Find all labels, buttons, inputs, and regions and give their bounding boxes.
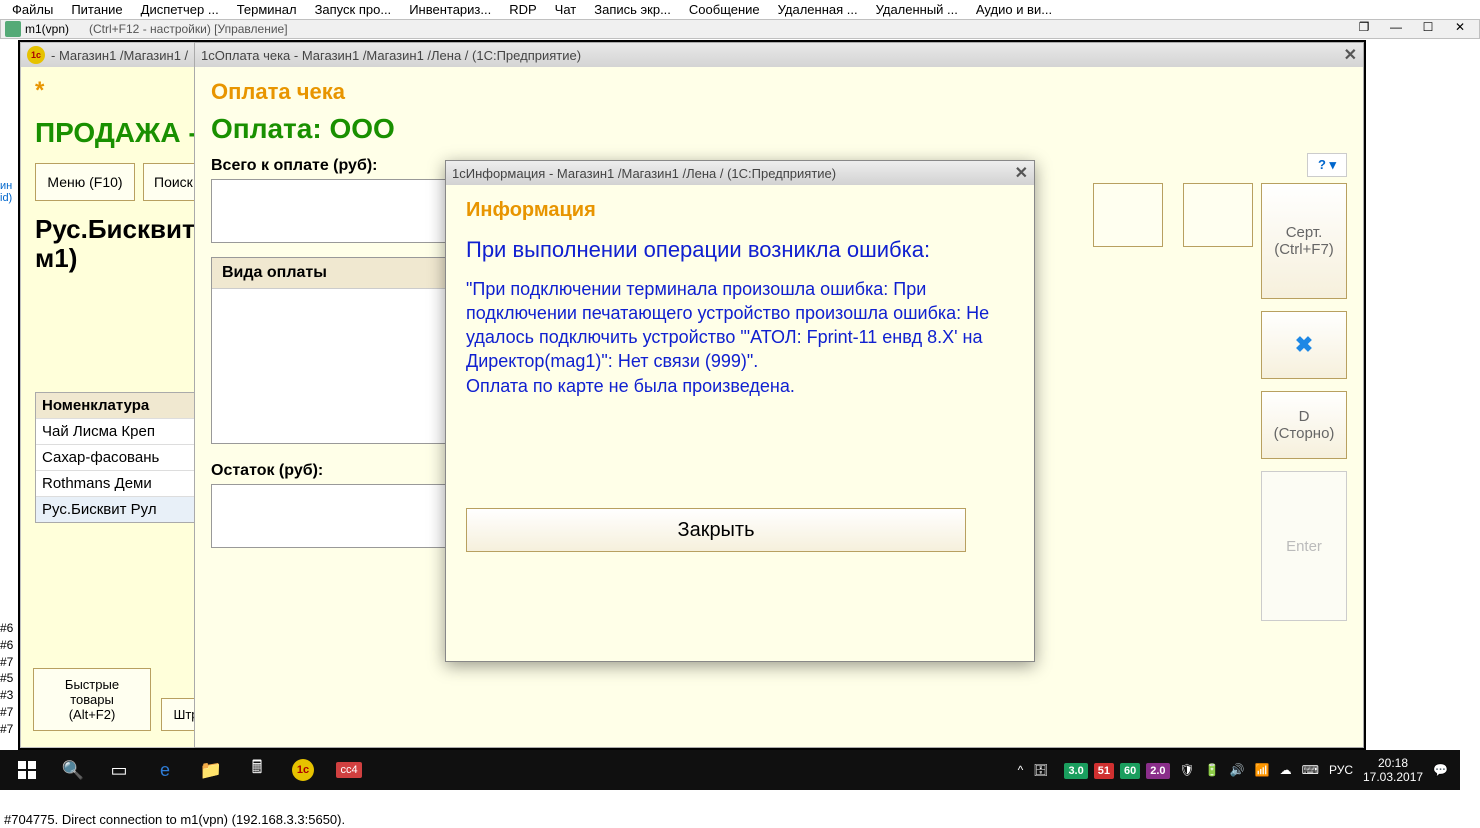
wifi-icon[interactable]: 📶	[1255, 763, 1270, 777]
tray-badge[interactable]: 2.0	[1146, 763, 1169, 779]
vpn-title-bar: m1(vpn) (Ctrl+F12 - настройки) [Управлен…	[0, 19, 1480, 39]
tray-badge[interactable]: 3.0	[1064, 763, 1087, 779]
onec-icon: 1c	[201, 48, 215, 63]
pay-to: Оплата: ООО	[211, 113, 1347, 145]
quick-goods-button[interactable]: Быстрые товары (Alt+F2)	[33, 668, 151, 731]
onec-icon: 1c	[27, 46, 45, 64]
system-menu-item[interactable]: Файлы	[12, 2, 53, 17]
vpn-hint: (Ctrl+F12 - настройки) [Управление]	[89, 22, 288, 36]
search-icon[interactable]: 🔍	[50, 752, 96, 788]
onec-taskbar-icon[interactable]: 1c	[280, 752, 326, 788]
battery-icon[interactable]: 🔋	[1205, 763, 1220, 777]
nomenclature-header: Номенклатура	[36, 393, 198, 418]
error-heading: При выполнении операции возникла ошибка:	[466, 236, 1014, 265]
storno-button[interactable]: D (Сторно)	[1261, 391, 1347, 459]
edge-truncated-text: ин id)	[0, 180, 12, 204]
notifications-icon[interactable]: 💬	[1433, 763, 1448, 777]
empty-button-2[interactable]	[1183, 183, 1253, 247]
system-menu-item[interactable]: Запись экр...	[594, 2, 671, 17]
payment-header: Оплата чека	[211, 79, 1347, 105]
system-menu-item[interactable]: Удаленный ...	[876, 2, 958, 17]
info-header: Информация	[466, 199, 1014, 222]
cloud-icon[interactable]: ☁	[1280, 763, 1292, 777]
close-button[interactable]: ✕	[1445, 20, 1475, 38]
system-menu-item[interactable]: Сообщение	[689, 2, 760, 17]
volume-icon[interactable]: 🔊	[1230, 763, 1245, 777]
tray-chevron-icon[interactable]: ^	[1018, 763, 1024, 777]
system-menu-bar: Файлы Питание Диспетчер ... Терминал Запуск …	[0, 0, 1480, 19]
cert-button[interactable]: Серт. (Ctrl+F7)	[1261, 183, 1347, 299]
info-window-title: Информация - Магазин1 /Магазин1 /Лена / …	[466, 166, 836, 181]
tray-badge[interactable]: 51	[1094, 763, 1114, 779]
table-row[interactable]: Рус.Бисквит Рул	[36, 496, 198, 522]
vpn-title: m1(vpn)	[25, 22, 69, 36]
database-icon[interactable]: 🗄	[1033, 763, 1048, 777]
task-view-icon[interactable]: ▭	[96, 752, 142, 788]
windows-taskbar[interactable]: 🔍 ▭ e 📁 🖩 1c cc4 ^ 🗄 3.0 51 60 2.0 🛡 🔋 🔊 📶 …	[0, 750, 1460, 790]
sale-window-title: - Магазин1 /Магазин1 /	[51, 48, 188, 63]
cc4-icon[interactable]: cc4	[326, 752, 372, 788]
system-menu-item[interactable]: Аудио и ви...	[976, 2, 1052, 17]
info-title-bar: 1c Информация - Магазин1 /Магазин1 /Лена…	[446, 161, 1034, 185]
system-menu-item[interactable]: Чат	[555, 2, 577, 17]
system-tray[interactable]: ^ 🗄 3.0 51 60 2.0 🛡 🔋 🔊 📶 ☁ ⌨ РУС 20:18 17.…	[1018, 756, 1456, 785]
enter-button[interactable]: Enter	[1261, 471, 1347, 621]
payment-title-bar: 1c Оплата чека - Магазин1 /Магазин1 /Лен…	[195, 43, 1363, 67]
error-body: "При подключении терминала произошла оши…	[466, 277, 1014, 398]
tray-badge[interactable]: 60	[1120, 763, 1140, 779]
explorer-icon[interactable]: 📁	[188, 752, 234, 788]
cancel-button[interactable]: ✖	[1261, 311, 1347, 379]
start-button[interactable]	[4, 752, 50, 788]
maximize-button[interactable]: ☐	[1413, 20, 1443, 38]
system-menu-item[interactable]: Диспетчер ...	[141, 2, 219, 17]
restore-icon[interactable]: ❐	[1349, 20, 1379, 38]
side-buttons: Серт. (Ctrl+F7) ✖ D (Сторно) Enter	[1261, 183, 1347, 621]
system-menu-item[interactable]: Запуск про...	[315, 2, 392, 17]
empty-button-1[interactable]	[1093, 183, 1163, 247]
close-button[interactable]: Закрыть	[466, 508, 966, 552]
clock[interactable]: 20:18 17.03.2017	[1363, 756, 1423, 785]
keyboard-icon[interactable]: ⌨	[1302, 763, 1319, 777]
nomenclature-table[interactable]: Номенклатура Чай Лисма КрепСахар-фасован…	[35, 392, 199, 523]
vpn-icon	[5, 21, 21, 37]
minimize-button[interactable]: —	[1381, 20, 1411, 38]
table-row[interactable]: Rothmans Деми	[36, 470, 198, 496]
menu-button[interactable]: Меню (F10)	[35, 163, 135, 201]
onec-icon: 1c	[452, 166, 466, 181]
system-menu-item[interactable]: RDP	[509, 2, 536, 17]
log-fragment: #6 #6 #7 #5 #3 #7 #7	[0, 620, 13, 738]
calculator-icon[interactable]: 🖩	[234, 752, 280, 788]
help-button[interactable]: ? ▾	[1307, 153, 1347, 177]
table-row[interactable]: Сахар-фасовань	[36, 444, 198, 470]
system-menu-item[interactable]: Инвентариз...	[409, 2, 491, 17]
system-menu-item[interactable]: Питание	[71, 2, 122, 17]
payment-window-title: Оплата чека - Магазин1 /Магазин1 /Лена /…	[215, 48, 581, 63]
emblem-icon[interactable]: 🛡	[1180, 763, 1195, 777]
info-dialog: 1c Информация - Магазин1 /Магазин1 /Лена…	[445, 160, 1035, 662]
close-icon[interactable]: ✕	[1015, 163, 1028, 183]
edge-icon[interactable]: e	[142, 752, 188, 788]
connection-log: #704775. Direct connection to m1(vpn) (1…	[4, 812, 345, 828]
system-menu-item[interactable]: Удаленная ...	[778, 2, 858, 17]
table-row[interactable]: Чай Лисма Креп	[36, 418, 198, 444]
close-icon[interactable]: ✕	[1344, 45, 1357, 65]
language-indicator[interactable]: РУС	[1329, 763, 1353, 777]
system-menu-item[interactable]: Терминал	[237, 2, 297, 17]
